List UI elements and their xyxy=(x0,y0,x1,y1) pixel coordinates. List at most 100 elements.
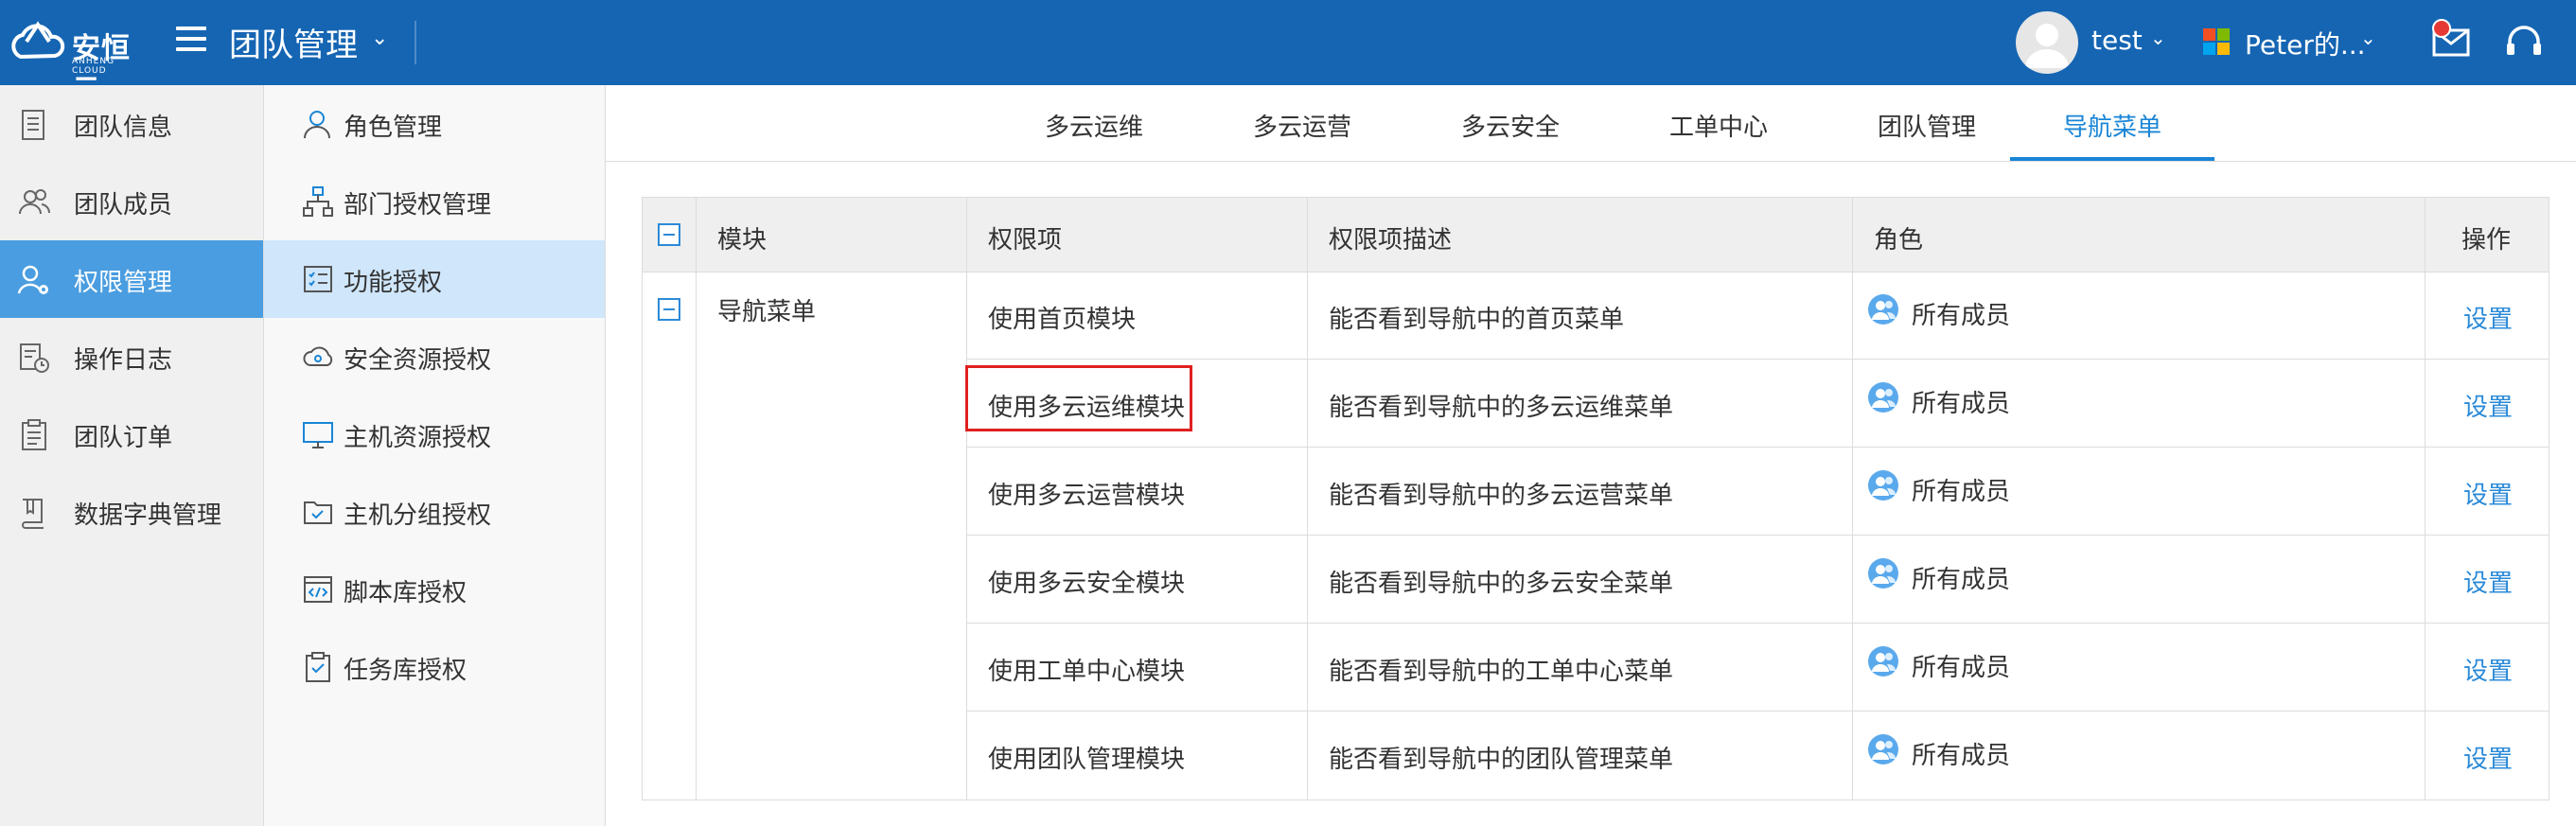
chevron-down-icon[interactable]: ⌄ xyxy=(2360,26,2376,49)
app-title[interactable]: 团队管理 xyxy=(229,19,358,65)
header-divider xyxy=(415,21,416,64)
left-sidebar: 团队信息 团队成员 权限管理 操作日志 团队订单 数据字典管理 xyxy=(0,85,264,826)
sidebar-item-operation-log[interactable]: 操作日志 xyxy=(0,318,263,395)
role-name: 所有成员 xyxy=(1912,302,2011,330)
table-header: 操作 xyxy=(2426,198,2549,272)
tab-ticket-center[interactable]: 工单中心 xyxy=(1643,85,1794,161)
cloud-logo-icon xyxy=(11,21,65,60)
subnav-item-label: 安全资源授权 xyxy=(344,346,492,375)
role-name: 所有成员 xyxy=(1912,742,2011,770)
document-icon xyxy=(22,110,44,140)
book-icon xyxy=(22,499,44,529)
users-icon xyxy=(19,189,51,215)
collapse-all-toggle[interactable] xyxy=(658,223,680,246)
sidebar-item-permissions[interactable]: 权限管理 xyxy=(0,240,263,318)
sidebar-item-label: 团队信息 xyxy=(74,114,173,142)
sidebar-item-team-info[interactable]: 团队信息 xyxy=(0,85,263,163)
module-name: 导航菜单 xyxy=(717,298,817,326)
sidebar-item-label: 数据字典管理 xyxy=(74,501,222,530)
group-icon xyxy=(1868,646,1898,677)
user-name[interactable]: test xyxy=(2091,25,2143,56)
notification-badge xyxy=(2432,19,2451,38)
highlight-annotation xyxy=(965,365,1192,431)
permission-table: 模块 权限项 权限项描述 角色 操作 导航菜单 使用首页模块 能否看到导航中的首… xyxy=(642,197,2550,800)
user-gear-icon xyxy=(17,265,48,294)
subnav-item-label: 任务库授权 xyxy=(344,657,468,685)
subnav-item-host-group-auth[interactable]: 主机分组授权 xyxy=(264,473,605,551)
permission-item: 使用多云安全模块 xyxy=(988,570,1186,598)
subnav-item-label: 主机资源授权 xyxy=(344,424,492,452)
folder-check-icon xyxy=(304,501,332,524)
settings-link[interactable]: 设置 xyxy=(2463,388,2513,423)
monitor-icon xyxy=(303,422,333,448)
tab-multicloud-operations[interactable]: 多云运营 xyxy=(1226,85,1378,161)
chevron-down-icon[interactable]: ⌄ xyxy=(2150,26,2166,49)
role-name: 所有成员 xyxy=(1912,654,2011,682)
role-name: 所有成员 xyxy=(1912,390,2011,418)
settings-link[interactable]: 设置 xyxy=(2463,740,2513,775)
settings-link[interactable]: 设置 xyxy=(2463,652,2513,687)
tab-team-management[interactable]: 团队管理 xyxy=(1851,85,2003,161)
permission-item: 使用首页模块 xyxy=(988,306,1137,334)
subnav-item-department-auth[interactable]: 部门授权管理 xyxy=(264,163,605,240)
subnav-item-label: 脚本库授权 xyxy=(344,579,468,607)
collapse-module-toggle[interactable] xyxy=(658,298,680,321)
role-name: 所有成员 xyxy=(1912,566,2011,594)
clipboard-icon xyxy=(22,419,46,450)
log-icon xyxy=(20,343,49,373)
tab-bar: 多云运维 多云运营 多云安全 工单中心 团队管理 导航菜单 xyxy=(606,85,2576,162)
subnav-item-label: 主机分组授权 xyxy=(344,501,492,530)
group-icon xyxy=(1868,294,1898,325)
org-name[interactable]: Peter的... xyxy=(2245,25,2366,62)
subnav-item-label: 部门授权管理 xyxy=(344,191,492,220)
person-icon xyxy=(2025,24,2069,68)
menu-icon[interactable] xyxy=(176,26,206,55)
role-name: 所有成员 xyxy=(1912,478,2011,506)
group-icon xyxy=(1868,470,1898,501)
sidebar-item-data-dictionary[interactable]: 数据字典管理 xyxy=(0,473,263,551)
logo-subtitle: ANHENG CLOUD xyxy=(72,57,115,76)
permission-description: 能否看到导航中的首页菜单 xyxy=(1329,306,1625,334)
microsoft-logo-icon xyxy=(2203,28,2230,55)
subnav-item-function-auth[interactable]: 功能授权 xyxy=(264,240,605,318)
subnav-item-script-library-auth[interactable]: 脚本库授权 xyxy=(264,551,605,628)
permission-description: 能否看到导航中的工单中心菜单 xyxy=(1329,658,1674,686)
org-chart-icon xyxy=(303,186,333,217)
table-header: 角色 xyxy=(1853,198,2425,272)
permission-description: 能否看到导航中的多云安全菜单 xyxy=(1329,570,1674,598)
secondary-sidebar: 角色管理 部门授权管理 功能授权 安全资源授权 主机资源授权 主机分组授权 脚本… xyxy=(264,85,606,826)
task-icon xyxy=(306,652,330,682)
sidebar-item-team-orders[interactable]: 团队订单 xyxy=(0,395,263,473)
permission-item: 使用团队管理模块 xyxy=(988,746,1186,774)
subnav-item-role-management[interactable]: 角色管理 xyxy=(264,85,605,163)
code-icon xyxy=(304,576,332,603)
group-icon xyxy=(1868,382,1898,413)
subnav-item-security-resource-auth[interactable]: 安全资源授权 xyxy=(264,318,605,395)
table-header: 权限项 xyxy=(967,198,1307,272)
tab-multicloud-security[interactable]: 多云安全 xyxy=(1435,85,1586,161)
subnav-item-label: 功能授权 xyxy=(344,269,443,297)
top-header: 安恒云 ANHENG CLOUD 团队管理 ⌄ test ⌄ Peter的...… xyxy=(0,0,2576,107)
chevron-down-icon[interactable]: ⌄ xyxy=(371,26,388,50)
permission-description: 能否看到导航中的多云运维菜单 xyxy=(1329,394,1674,422)
subnav-item-host-resource-auth[interactable]: 主机资源授权 xyxy=(264,395,605,473)
settings-link[interactable]: 设置 xyxy=(2463,476,2513,511)
permission-item: 使用工单中心模块 xyxy=(988,658,1186,686)
tab-navigation-menu[interactable]: 导航菜单 xyxy=(2010,85,2214,161)
cloud-icon xyxy=(303,346,333,366)
logo[interactable]: 安恒云 ANHENG CLOUD xyxy=(8,13,140,107)
headset-icon[interactable] xyxy=(2504,23,2544,62)
sidebar-item-label: 操作日志 xyxy=(74,346,173,375)
avatar[interactable] xyxy=(2016,11,2078,74)
sidebar-item-team-members[interactable]: 团队成员 xyxy=(0,163,263,240)
permission-description: 能否看到导航中的团队管理菜单 xyxy=(1329,746,1674,774)
settings-link[interactable]: 设置 xyxy=(2463,564,2513,599)
settings-link[interactable]: 设置 xyxy=(2463,300,2513,335)
tab-multicloud-ops[interactable]: 多云运维 xyxy=(1018,85,1170,161)
group-icon xyxy=(1868,558,1898,589)
table-header: 模块 xyxy=(697,198,966,272)
sidebar-item-label: 权限管理 xyxy=(74,269,173,297)
permission-item: 使用多云运营模块 xyxy=(988,482,1186,510)
subnav-item-label: 角色管理 xyxy=(344,114,443,142)
subnav-item-task-library-auth[interactable]: 任务库授权 xyxy=(264,628,605,706)
